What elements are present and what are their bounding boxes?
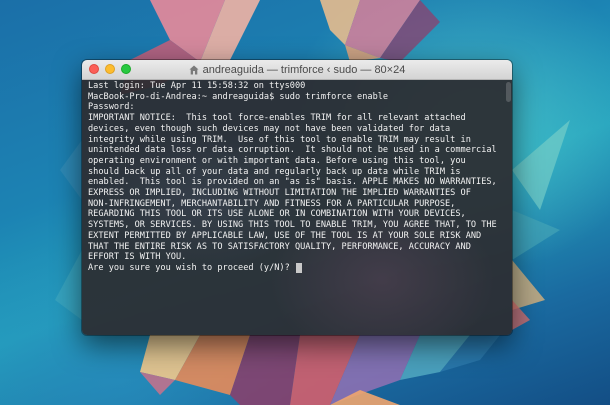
close-button[interactable] [89, 64, 99, 74]
terminal-output: Last login: Tue Apr 11 15:58:32 on ttys0… [88, 81, 506, 263]
terminal-line: Password: [88, 102, 135, 113]
terminal-content[interactable]: Last login: Tue Apr 11 15:58:32 on ttys0… [82, 80, 512, 335]
terminal-prompt: Are you sure you wish to proceed (y/N)? [88, 262, 295, 273]
terminal-window: andreaguida — trimforce ‹ sudo — 80×24 L… [82, 60, 512, 335]
minimize-button[interactable] [105, 64, 115, 74]
terminal-line: operating environment or with important … [88, 155, 466, 166]
terminal-line: devices, even though such devices may no… [88, 123, 451, 134]
terminal-line: EFFORT IS WITH YOU. [88, 252, 187, 263]
terminal-line: unintended data loss or data corruption.… [88, 145, 497, 156]
text-cursor [295, 262, 302, 273]
window-title-group: andreaguida — trimforce ‹ sudo — 80×24 [189, 63, 406, 76]
terminal-line: EXPRESS OR IMPLIED, INCLUDING WITHOUT LI… [88, 188, 471, 199]
terminal-line: MacBook-Pro-di-Andrea:~ andreaguida$ sud… [88, 91, 389, 102]
terminal-line: REGARDING THIS TOOL OR ITS USE ALONE OR … [88, 209, 466, 220]
zoom-button[interactable] [121, 64, 131, 74]
terminal-line: should back up all of your data and regu… [88, 166, 461, 177]
terminal-line: SYSTEMS, OR SERVICES. BY USING THIS TOOL… [88, 220, 497, 231]
terminal-line: NON-INFRINGEMENT, MERCHANTABILITY AND FI… [88, 198, 456, 209]
scrollbar[interactable] [506, 82, 511, 102]
window-titlebar[interactable]: andreaguida — trimforce ‹ sudo — 80×24 [82, 60, 512, 80]
house-icon [189, 65, 199, 74]
terminal-line: enabled. This tool is provided on an "as… [88, 177, 497, 188]
terminal-line: THAT THE ENTIRE RISK AS TO SATISFACTORY … [88, 241, 471, 252]
terminal-line: integrity while using TRIM. Use of this … [88, 134, 471, 145]
terminal-line: Last login: Tue Apr 11 15:58:32 on ttys0… [88, 81, 306, 91]
window-controls [89, 64, 131, 74]
terminal-line: EXTENT PERMITTED BY APPLICABLE LAW, USE … [88, 230, 482, 241]
terminal-prompt-line: Are you sure you wish to proceed (y/N)? [88, 262, 506, 274]
terminal-line: IMPORTANT NOTICE: This tool force-enable… [88, 113, 466, 124]
window-title: andreaguida — trimforce ‹ sudo — 80×24 [202, 63, 406, 76]
desktop-wallpaper: andreaguida — trimforce ‹ sudo — 80×24 L… [0, 0, 610, 405]
